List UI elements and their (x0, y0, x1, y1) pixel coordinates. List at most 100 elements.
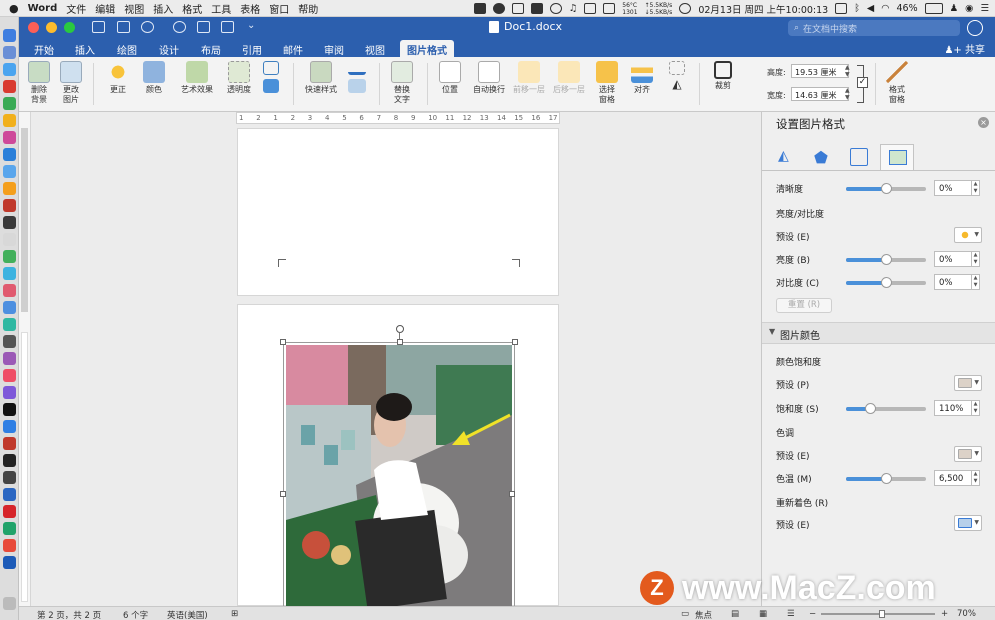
calendar-icon[interactable] (3, 199, 16, 212)
app-icon-navy[interactable] (3, 488, 16, 501)
app-icon-purple[interactable] (3, 386, 16, 399)
close-pane-icon[interactable]: × (978, 117, 989, 128)
mail-icon[interactable] (3, 165, 16, 178)
height-input[interactable]: 19.53 厘米 (791, 64, 849, 78)
bring-forward-button[interactable]: 前移一层 (511, 61, 547, 95)
input-method-icon[interactable] (530, 3, 543, 14)
resize-handle-top-left[interactable] (280, 339, 286, 345)
picture-color-section-header[interactable]: ▼ 图片颜色 (762, 322, 995, 344)
app-icon-orange[interactable] (3, 182, 16, 195)
page-1[interactable] (237, 128, 559, 296)
app-icon-red[interactable] (3, 80, 16, 93)
monitor-icon[interactable] (603, 3, 616, 14)
selected-picture[interactable] (286, 345, 512, 606)
tab-draw[interactable]: 绘图 (110, 40, 144, 57)
align-button[interactable]: 对齐 (627, 61, 657, 95)
quick-styles-button[interactable]: 快速样式 (301, 61, 341, 95)
temperature-input[interactable]: 6,500 (934, 470, 972, 486)
tab-home[interactable]: 开始 (27, 40, 61, 57)
saturation-preset-dropdown[interactable]: ▼ (954, 375, 982, 391)
crop-button[interactable]: 裁剪 (707, 61, 739, 91)
contrast-slider[interactable] (846, 277, 926, 288)
app-icon-red2[interactable] (3, 437, 16, 450)
zoom-slider[interactable] (821, 610, 935, 618)
menu-app-name[interactable]: Word (28, 3, 58, 14)
activity-monitor-icon[interactable] (3, 471, 16, 484)
app-icon-green[interactable] (3, 97, 16, 110)
contrast-input[interactable]: 0% (934, 274, 972, 290)
picture-border-button[interactable] (345, 61, 369, 95)
artistic-effects-button[interactable]: 艺术效果 (177, 61, 217, 95)
remove-background-button[interactable]: 删除 背景 (25, 61, 53, 105)
brightness-input[interactable]: 0% (934, 251, 972, 267)
horizontal-ruler[interactable]: 1 2 1 2 3 4 5 6 7 8 9 10 11 12 13 14 15 16 17 (236, 112, 560, 124)
brightness-slider[interactable] (846, 254, 926, 265)
focus-icon[interactable]: ▭ (681, 609, 689, 619)
height-stepper[interactable]: ▲ ▼ (845, 64, 851, 78)
saturation-slider[interactable] (846, 403, 926, 414)
color-button[interactable]: 颜色 (139, 61, 169, 95)
app-icon-blue[interactable] (3, 148, 16, 161)
siri-icon[interactable]: ◉ (965, 3, 973, 14)
menu-table[interactable]: 表格 (240, 1, 260, 16)
print-layout-icon[interactable]: ▤ (731, 609, 739, 619)
edit-icon[interactable] (221, 21, 234, 33)
vertical-ruler[interactable] (19, 112, 31, 606)
customize-toolbar-icon[interactable]: ⌄ (247, 20, 255, 31)
group-rotate-buttons[interactable]: ◭ (665, 61, 689, 95)
tab-insert[interactable]: 插入 (68, 40, 102, 57)
lock-aspect-checkbox[interactable]: ✓ (857, 77, 868, 88)
menu-view[interactable]: 视图 (124, 1, 144, 16)
weibo-icon[interactable] (3, 539, 16, 552)
tab-mailings[interactable]: 邮件 (276, 40, 310, 57)
qq-icon[interactable] (492, 3, 505, 14)
outline-icon[interactable]: ☰ (787, 609, 795, 619)
clock-icon[interactable] (679, 3, 692, 14)
app-icon-blue2[interactable] (3, 420, 16, 433)
notification-center-icon[interactable]: ☰ (980, 3, 989, 14)
fill-line-icon[interactable]: ◭ (778, 148, 796, 166)
save-icon[interactable] (117, 21, 130, 33)
tv-icon[interactable] (3, 403, 16, 416)
zoom-window-button[interactable] (64, 22, 75, 33)
minimize-window-button[interactable] (46, 22, 57, 33)
feedback-smiley-icon[interactable] (967, 20, 983, 36)
saturation-stepper[interactable]: ▲ ▼ (972, 400, 980, 416)
tab-view[interactable]: 视图 (358, 40, 392, 57)
system-prefs-icon[interactable] (3, 335, 16, 348)
battery-icon[interactable] (924, 3, 943, 14)
finder-icon[interactable] (3, 29, 16, 42)
sharpness-input[interactable]: 0% (934, 180, 972, 196)
zoom-in-icon[interactable]: + (941, 609, 948, 619)
tab-design[interactable]: 设计 (152, 40, 186, 57)
volume-icon[interactable]: ◀ (867, 3, 874, 14)
track-changes-icon[interactable]: ⊞ (231, 609, 238, 619)
wifi-icon[interactable]: ◠ (881, 3, 889, 14)
app-store-icon[interactable] (3, 301, 16, 314)
app-icon-pink[interactable] (3, 131, 16, 144)
tab-references[interactable]: 引用 (235, 40, 269, 57)
app-icon-dark[interactable] (3, 216, 16, 229)
recolor-preset-dropdown[interactable]: ▼ (954, 515, 982, 531)
zoom-percentage[interactable]: 70% (957, 609, 976, 619)
alt-text-button[interactable]: 替换 文字 (387, 61, 417, 105)
picture-settings-tab[interactable] (880, 144, 914, 170)
user-icon[interactable]: ♟ (950, 3, 959, 14)
globe-icon[interactable] (549, 3, 562, 14)
undo-icon[interactable] (141, 21, 154, 33)
change-picture-button[interactable]: 更改 图片 (57, 61, 85, 105)
format-pane-button[interactable]: 格式 窗格 (883, 61, 911, 105)
redo-icon[interactable] (173, 21, 186, 33)
menu-file[interactable]: 文件 (66, 1, 86, 16)
app-icon-cyan[interactable] (3, 267, 16, 280)
chrome-icon[interactable] (3, 114, 16, 127)
launchpad-icon[interactable] (3, 46, 16, 59)
wrap-text-button[interactable]: 自动换行 (471, 61, 507, 95)
temperature-stepper[interactable]: ▲ ▼ (972, 470, 980, 486)
menu-edit[interactable]: 编辑 (95, 1, 115, 16)
music-app-icon[interactable] (3, 369, 16, 382)
tab-review[interactable]: 审阅 (317, 40, 351, 57)
resize-handle-top[interactable] (397, 339, 403, 345)
saturation-input[interactable]: 110% (934, 400, 972, 416)
resize-handle-top-right[interactable] (512, 339, 518, 345)
